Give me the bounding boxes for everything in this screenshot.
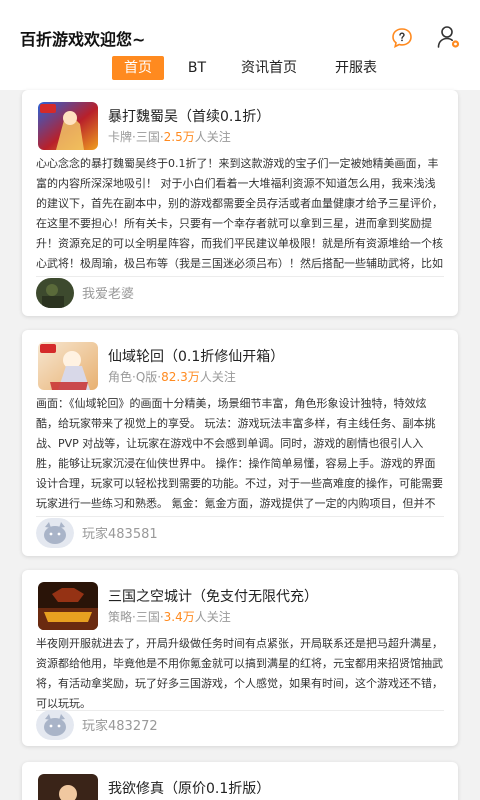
game-icon[interactable] — [38, 102, 98, 150]
divider — [36, 710, 444, 711]
review-card[interactable]: 暴打魏蜀吴（首续0.1折） 卡牌·三国·2.5万人关注 心心念念的暴打魏蜀吴终于… — [22, 90, 458, 316]
nav-tabs: 首页 BT 资讯首页 开服表 — [0, 56, 480, 82]
top-bar: 百折游戏欢迎您~ 首页 BT 资讯首页 开服表 — [0, 0, 480, 90]
username[interactable]: 玩家483272 — [82, 715, 158, 734]
username[interactable]: 我爱老婆 — [82, 283, 134, 302]
game-meta: 策略·三国·3.4万人关注 — [108, 608, 231, 625]
user-avatar[interactable] — [36, 518, 74, 548]
app-title: 百折游戏欢迎您~ — [20, 30, 146, 49]
review-card[interactable]: 三国之空城计（免支付无限代充） 策略·三国·3.4万人关注 半夜刚开服就进去了，… — [22, 570, 458, 746]
game-tags: 角色·Q版· — [108, 370, 162, 384]
tab-server-schedule[interactable]: 开服表 — [328, 56, 384, 80]
follower-label: 人关注 — [199, 370, 236, 384]
game-name[interactable]: 仙域轮回（0.1折修仙开箱） — [108, 346, 284, 366]
divider — [36, 276, 444, 277]
game-tags: 卡牌·三国· — [108, 130, 164, 144]
game-name[interactable]: 暴打魏蜀吴（首续0.1折） — [108, 106, 270, 126]
game-meta: 角色·Q版·82.3万人关注 — [108, 368, 236, 385]
review-card[interactable]: 仙域轮回（0.1折修仙开箱） 角色·Q版·82.3万人关注 画面：《仙域轮回》的… — [22, 330, 458, 556]
game-icon[interactable] — [38, 342, 98, 390]
game-name[interactable]: 三国之空城计（免支付无限代充） — [108, 586, 318, 606]
review-card[interactable]: 我欲修真（原价0.1折版） — [22, 762, 458, 800]
game-tags: 策略·三国· — [108, 610, 164, 624]
user-avatar[interactable] — [36, 278, 74, 308]
tab-home[interactable]: 首页 — [112, 56, 164, 80]
game-name[interactable]: 我欲修真（原价0.1折版） — [108, 778, 270, 798]
divider — [36, 516, 444, 517]
follower-count: 2.5万 — [163, 130, 195, 144]
tab-news-home[interactable]: 资讯首页 — [232, 56, 306, 80]
review-text: 心心念念的暴打魏蜀吴终于0.1折了！来到这款游戏的宝子们一定被她精美画面，丰富的… — [36, 157, 443, 270]
tab-bt[interactable]: BT — [180, 56, 214, 80]
review-text: 半夜刚开服就进去了，开局升级做任务时间有点紧张，开局联系还是把马超升满星，资源都… — [36, 637, 443, 710]
follower-label: 人关注 — [194, 610, 231, 624]
username[interactable]: 玩家483581 — [82, 523, 158, 542]
review-text: 画面：《仙域轮回》的画面十分精美，场景细节丰富，角色形象设计独特，特效炫酷，给玩… — [36, 397, 443, 510]
follower-label: 人关注 — [194, 130, 231, 144]
game-meta: 卡牌·三国·2.5万人关注 — [108, 128, 231, 145]
follower-count: 3.4万 — [163, 610, 195, 624]
game-icon[interactable] — [38, 774, 98, 800]
game-icon[interactable] — [38, 582, 98, 630]
user-settings-icon[interactable] — [436, 24, 462, 50]
chat-bubble-icon[interactable] — [390, 26, 414, 50]
user-avatar[interactable] — [36, 710, 74, 740]
follower-count: 82.3万 — [161, 370, 200, 384]
